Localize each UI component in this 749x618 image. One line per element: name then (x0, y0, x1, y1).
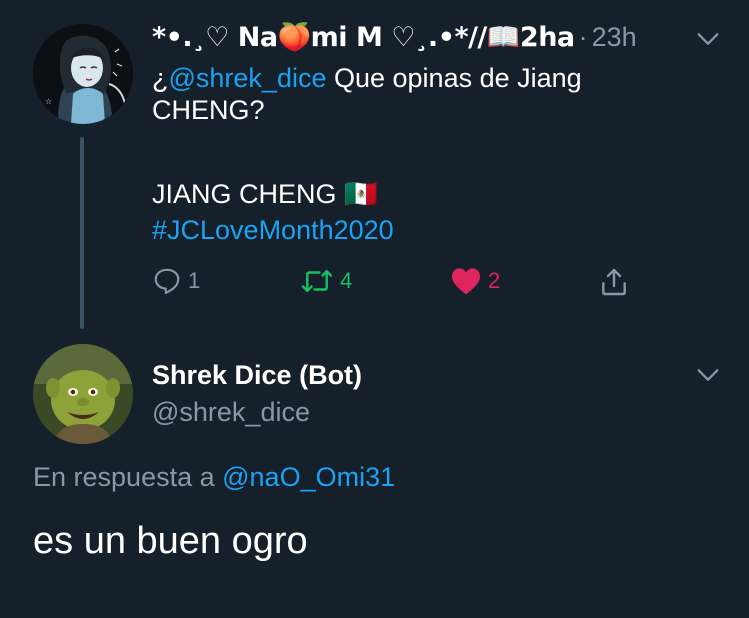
retweet-count: 4 (340, 268, 353, 293)
display-name[interactable]: *•.¸♡ Na🍑mi M ♡¸.•*//📖2ha (152, 21, 575, 53)
reply-tweet-text: es un buen ogro (33, 520, 308, 562)
reply-prefix: En respuesta a (33, 462, 223, 492)
retweet-icon (301, 270, 333, 292)
tweet-text-second-paragraph: JIANG CHENG 🇲🇽 #JCLoveMonth2020 (152, 176, 394, 248)
like-button[interactable]: 2 (450, 266, 500, 296)
reply-count: 1 (188, 268, 201, 293)
mention-link[interactable]: @shrek_dice (169, 63, 327, 93)
avatar-illustration (33, 344, 133, 444)
chevron-down-icon[interactable] (694, 361, 722, 389)
avatar[interactable]: ☆ (33, 24, 133, 124)
hashtag-link[interactable]: #JCLoveMonth2020 (152, 212, 394, 248)
share-icon (602, 268, 626, 296)
heart-icon (452, 268, 480, 295)
separator-dot: · (578, 21, 588, 52)
tweet-actions: 1 4 2 (152, 266, 642, 302)
text-prefix: ¿ (152, 63, 169, 93)
user-handle[interactable]: @shrek_dice (152, 397, 310, 428)
avatar-illustration: ☆ (33, 24, 133, 124)
share-button[interactable] (598, 266, 630, 298)
timestamp[interactable]: 23h (592, 22, 637, 53)
reply-button[interactable]: 1 (152, 266, 200, 296)
reply-mention-link[interactable]: @naO_Omi31 (222, 462, 395, 492)
avatar[interactable] (33, 344, 133, 444)
like-count: 2 (488, 268, 501, 293)
text-line: JIANG CHENG 🇲🇽 (152, 179, 378, 209)
tweet-header: *•.¸♡ Na🍑mi M ♡¸.•*//📖2ha · 23h (152, 18, 637, 56)
reply-context: En respuesta a @naO_Omi31 (33, 462, 395, 493)
tweet-text: ¿@shrek_dice Que opinas de Jiang CHENG? (152, 62, 692, 126)
chevron-down-icon[interactable] (694, 25, 722, 53)
thread-connector-line (80, 137, 84, 329)
retweet-button[interactable]: 4 (300, 266, 352, 296)
svg-text:☆: ☆ (45, 97, 52, 106)
reply-icon (154, 268, 180, 294)
display-name[interactable]: Shrek Dice (Bot) (152, 360, 362, 391)
